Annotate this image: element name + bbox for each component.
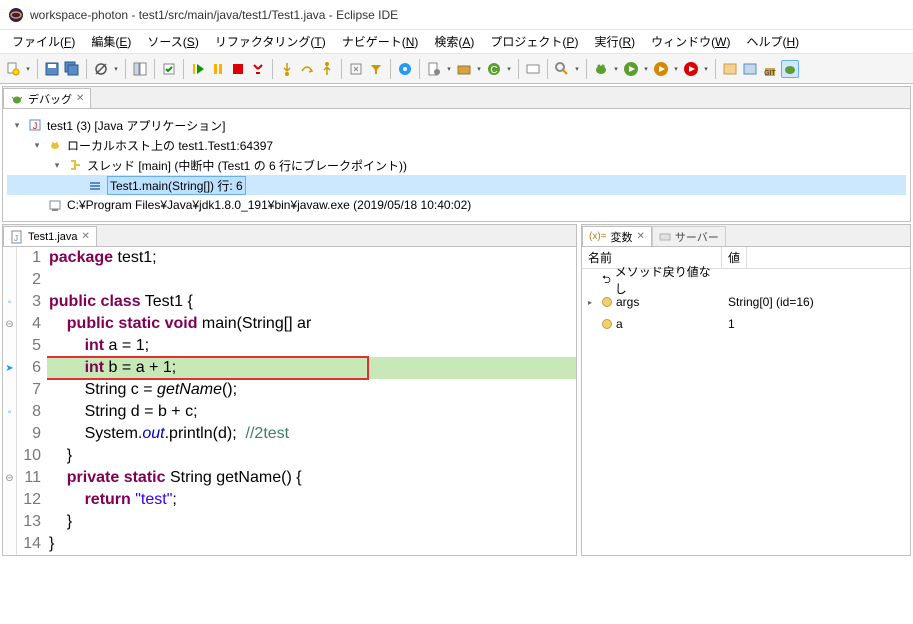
coverage-button[interactable]: [652, 60, 670, 78]
window-title: workspace-photon - test1/src/main/java/t…: [30, 8, 398, 22]
svg-text:J: J: [14, 234, 18, 243]
marker-bar[interactable]: ◦ ⊖ ➤ ◦ ⊖: [3, 247, 17, 555]
menu-file[interactable]: ファイル(F): [4, 31, 83, 52]
menu-help[interactable]: ヘルプ(H): [738, 31, 807, 52]
svg-text:GIT: GIT: [764, 70, 776, 77]
variables-tab[interactable]: (x)= 変数 ✕: [582, 226, 652, 246]
code-area[interactable]: package test1; public class Test1 { publ…: [47, 247, 576, 555]
step-into-button[interactable]: [278, 60, 296, 78]
search-button[interactable]: [553, 60, 571, 78]
menu-edit[interactable]: 編集(E): [83, 31, 139, 52]
step-over-button[interactable]: [298, 60, 316, 78]
open-type-button[interactable]: [524, 60, 542, 78]
var-row[interactable]: ▸args String[0] (id=16): [582, 291, 910, 313]
perspective-button[interactable]: [131, 60, 149, 78]
tree-row-target[interactable]: ▾ ローカルホスト上の test1.Test1:64397: [7, 135, 906, 155]
close-icon[interactable]: ✕: [82, 231, 90, 242]
suspend-button[interactable]: [209, 60, 227, 78]
close-icon[interactable]: ✕: [76, 93, 84, 104]
new-class-button[interactable]: C: [485, 60, 503, 78]
debug-tree: ▾ J test1 (3) [Java アプリケーション] ▾ ローカルホスト上…: [3, 109, 910, 221]
debug-button[interactable]: [592, 60, 610, 78]
local-var-icon: [602, 297, 612, 307]
menu-search[interactable]: 検索(A): [426, 31, 482, 52]
process-icon: [47, 197, 63, 213]
step-filters-button[interactable]: [367, 60, 385, 78]
menu-run[interactable]: 実行(R): [586, 31, 643, 52]
resume-button[interactable]: [189, 60, 207, 78]
svg-text:J: J: [33, 121, 38, 131]
collapse-icon[interactable]: ▾: [51, 160, 63, 171]
pin-button[interactable]: [396, 60, 414, 78]
stack-frame-icon: [87, 177, 103, 193]
close-icon[interactable]: ✕: [637, 231, 645, 242]
external-tools-button[interactable]: [682, 60, 700, 78]
tree-row-thread[interactable]: ▾ スレッド [main] (中断中 (Test1 の 6 行にブレークポイント…: [7, 155, 906, 175]
editor-tab[interactable]: J Test1.java ✕: [3, 226, 97, 246]
tree-row-stackframe[interactable]: Test1.main(String[]) 行: 6: [7, 175, 906, 195]
var-row[interactable]: a 1: [582, 313, 910, 335]
terminate-button[interactable]: [229, 60, 247, 78]
save-all-button[interactable]: [63, 60, 81, 78]
debug-view: デバッグ ✕ ▾ J test1 (3) [Java アプリケーション] ▾ ロ…: [2, 86, 911, 222]
svg-text:C: C: [490, 65, 497, 76]
open-task-button[interactable]: [721, 60, 739, 78]
toolbar: ▾ ▾ ▾ ▾ C ▾ ▾ ▾ ▾ ▾ ▾ GIT: [0, 54, 913, 84]
bug-perspective-button[interactable]: [781, 60, 799, 78]
java-app-icon: J: [27, 117, 43, 133]
bug-icon: [10, 92, 24, 106]
skip-breakpoints-button[interactable]: [92, 60, 110, 78]
eclipse-logo-icon: [8, 7, 24, 23]
run-button[interactable]: [622, 60, 640, 78]
build-button[interactable]: [160, 60, 178, 78]
debug-tab[interactable]: デバッグ ✕: [3, 88, 91, 108]
editor-pane: J Test1.java ✕ ◦ ⊖ ➤ ◦ ⊖ 123456789101112…: [2, 224, 577, 556]
servers-tab[interactable]: サーバー: [652, 226, 726, 246]
variables-pane: (x)= 変数 ✕ サーバー 名前 値 ⮌メソッド戻り値なし ▸args Str…: [581, 224, 911, 556]
save-button[interactable]: [43, 60, 61, 78]
drop-to-frame-button[interactable]: [347, 60, 365, 78]
thread-icon: [67, 157, 83, 173]
tree-row-launch[interactable]: ▾ J test1 (3) [Java アプリケーション]: [7, 115, 906, 135]
collapse-icon[interactable]: ▾: [11, 120, 23, 131]
col-value[interactable]: 値: [722, 247, 747, 268]
menubar: ファイル(F) 編集(E) ソース(S) リファクタリング(T) ナビゲート(N…: [0, 30, 913, 54]
skip-dropdown[interactable]: ▾: [112, 60, 120, 78]
git-button[interactable]: GIT: [761, 60, 779, 78]
menu-refactor[interactable]: リファクタリング(T): [207, 31, 334, 52]
new-dropdown[interactable]: ▾: [24, 60, 32, 78]
menu-source[interactable]: ソース(S): [139, 31, 206, 52]
menu-project[interactable]: プロジェクト(P): [482, 31, 586, 52]
java-file-icon: J: [10, 230, 24, 244]
menu-navigate[interactable]: ナビゲート(N): [334, 31, 427, 52]
servers-tab-label: サーバー: [675, 229, 719, 245]
task-button[interactable]: [741, 60, 759, 78]
editor-tab-label: Test1.java: [28, 231, 78, 243]
new-java-button[interactable]: [425, 60, 443, 78]
debug-tab-label: デバッグ: [28, 91, 72, 107]
tree-row-process[interactable]: C:¥Program Files¥Java¥jdk1.8.0_191¥bin¥j…: [7, 195, 906, 215]
debug-target-icon: [47, 137, 63, 153]
disconnect-button[interactable]: [249, 60, 267, 78]
new-button[interactable]: [4, 60, 22, 78]
collapse-icon[interactable]: ▾: [31, 140, 43, 151]
new-package-button[interactable]: [455, 60, 473, 78]
variables-icon: (x)=: [589, 231, 607, 242]
menu-window[interactable]: ウィンドウ(W): [643, 31, 738, 52]
local-var-icon: [602, 319, 612, 329]
expand-icon[interactable]: ▸: [588, 298, 598, 307]
code-editor[interactable]: ◦ ⊖ ➤ ◦ ⊖ 1234567891011121314 package te…: [3, 247, 576, 555]
var-row[interactable]: ⮌メソッド戻り値なし: [582, 269, 910, 291]
line-numbers[interactable]: 1234567891011121314: [17, 247, 47, 555]
step-return-button[interactable]: [318, 60, 336, 78]
return-icon: ⮌: [602, 271, 611, 290]
titlebar: workspace-photon - test1/src/main/java/t…: [0, 0, 913, 30]
variables-tab-label: 変数: [611, 229, 633, 245]
server-icon: [659, 231, 671, 243]
variables-body[interactable]: ⮌メソッド戻り値なし ▸args String[0] (id=16) a 1: [582, 269, 910, 555]
